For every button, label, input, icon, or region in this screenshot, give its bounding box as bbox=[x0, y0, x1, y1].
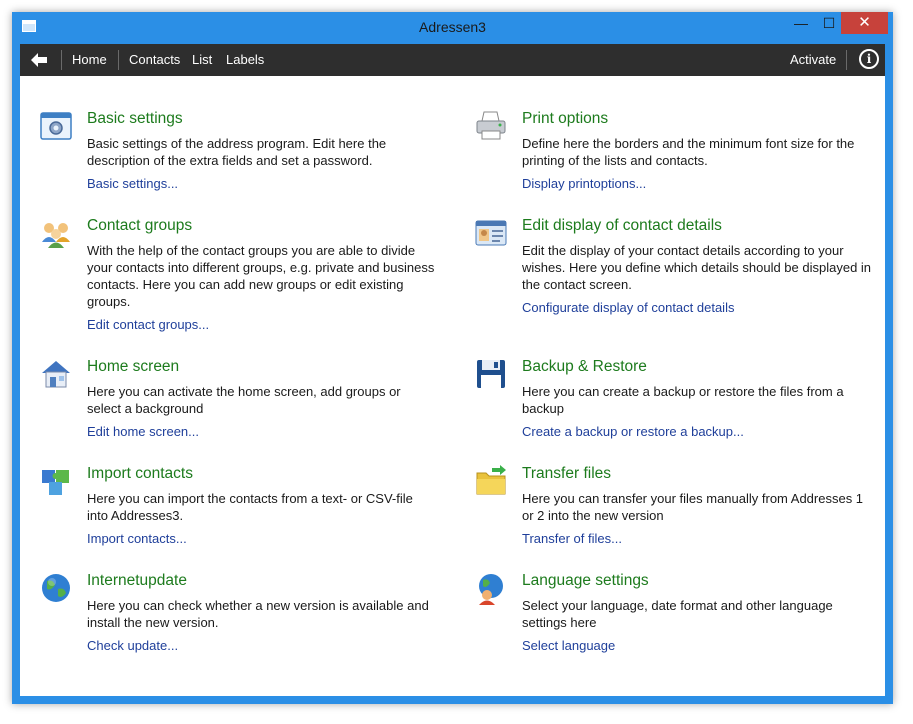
section-import-contacts: Import contacts Here you can import the … bbox=[42, 464, 437, 548]
section-print-options: Print options Define here the borders an… bbox=[476, 109, 872, 193]
minimize-button[interactable]: — bbox=[788, 12, 814, 34]
section-title: Internetupdate bbox=[87, 572, 187, 589]
toolbar-contacts[interactable]: Contacts bbox=[129, 52, 180, 67]
section-description: Here you can transfer your files manuall… bbox=[522, 491, 864, 523]
section-basic-settings: Basic settings Basic settings of the add… bbox=[40, 109, 437, 193]
toolbar-separator bbox=[61, 50, 62, 70]
title-bar: Adressen3 — ☐ ✕ bbox=[12, 12, 893, 44]
toolbar-separator bbox=[846, 50, 847, 70]
section-home-screen: Home screen Here you can activate the ho… bbox=[42, 357, 437, 441]
floppy-disk-icon bbox=[477, 360, 505, 388]
section-title: Import contacts bbox=[87, 465, 193, 482]
toolbar-list[interactable]: List bbox=[192, 52, 212, 67]
folder-transfer-icon bbox=[476, 465, 506, 495]
globe-icon bbox=[42, 574, 70, 602]
section-title: Backup & Restore bbox=[522, 358, 647, 375]
section-title: Home screen bbox=[87, 358, 180, 375]
section-description: Here you can check whether a new version… bbox=[87, 598, 429, 630]
transfer-of-files-link[interactable]: Transfer of files... bbox=[522, 531, 622, 546]
section-title: Basic settings bbox=[87, 110, 183, 127]
select-language-link[interactable]: Select language bbox=[522, 638, 615, 653]
edit-contact-groups-link[interactable]: Edit contact groups... bbox=[87, 317, 209, 332]
toolbar-home[interactable]: Home bbox=[72, 52, 107, 67]
section-description: Here you can activate the home screen, a… bbox=[87, 384, 401, 416]
contact-card-icon bbox=[475, 220, 507, 246]
section-description: Here you can create a backup or restore … bbox=[522, 384, 844, 416]
section-contact-groups: Contact groups With the help of the cont… bbox=[42, 216, 437, 334]
maximize-button[interactable]: ☐ bbox=[816, 12, 842, 34]
printer-icon bbox=[476, 111, 506, 140]
section-description: Select your language, date format and ot… bbox=[522, 598, 833, 630]
section-description: Edit the display of your contact details… bbox=[522, 243, 872, 292]
app-window: Adressen3 — ☐ ✕ Home Contacts List Label… bbox=[12, 12, 893, 704]
section-description: Define here the borders and the minimum … bbox=[522, 136, 855, 168]
toolbar-activate[interactable]: Activate bbox=[790, 52, 836, 67]
section-title: Transfer files bbox=[522, 465, 612, 482]
section-title: Contact groups bbox=[87, 217, 193, 234]
close-button[interactable]: ✕ bbox=[841, 12, 888, 34]
import-contacts-link[interactable]: Import contacts... bbox=[87, 531, 187, 546]
section-language-settings: Language settings Select your language, … bbox=[479, 571, 872, 655]
section-title: Language settings bbox=[522, 572, 649, 589]
section-backup-restore: Backup & Restore Here you can create a b… bbox=[477, 357, 872, 441]
info-icon[interactable]: i bbox=[859, 49, 879, 69]
check-update-link[interactable]: Check update... bbox=[87, 638, 178, 653]
back-arrow-icon[interactable] bbox=[28, 49, 50, 71]
basic-settings-link[interactable]: Basic settings... bbox=[87, 176, 178, 191]
settings-panel: Basic settings Basic settings of the add… bbox=[20, 76, 885, 696]
section-description: Here you can import the contacts from a … bbox=[87, 491, 413, 523]
toolbar: Home Contacts List Labels Activate i bbox=[20, 44, 885, 76]
puzzle-icon bbox=[42, 470, 69, 495]
section-edit-display: Edit display of contact details Edit the… bbox=[475, 216, 872, 317]
window-title: Adressen3 bbox=[419, 19, 486, 35]
home-icon bbox=[42, 361, 70, 388]
section-description: With the help of the contact groups you … bbox=[87, 243, 435, 309]
toolbar-labels[interactable]: Labels bbox=[226, 52, 264, 67]
display-printoptions-link[interactable]: Display printoptions... bbox=[522, 176, 646, 191]
language-icon bbox=[479, 574, 503, 605]
edit-home-screen-link[interactable]: Edit home screen... bbox=[87, 424, 199, 439]
settings-icon bbox=[40, 112, 72, 140]
toolbar-separator bbox=[118, 50, 119, 70]
create-backup-link[interactable]: Create a backup or restore a backup... bbox=[522, 424, 744, 439]
configurate-display-link[interactable]: Configurate display of contact details bbox=[522, 300, 734, 315]
section-description: Basic settings of the address program. E… bbox=[87, 136, 387, 168]
contact-groups-icon bbox=[42, 223, 70, 248]
section-title: Edit display of contact details bbox=[522, 217, 722, 234]
section-internetupdate: Internetupdate Here you can check whethe… bbox=[42, 571, 437, 655]
section-title: Print options bbox=[522, 110, 609, 127]
section-transfer-files: Transfer files Here you can transfer you… bbox=[476, 464, 872, 548]
